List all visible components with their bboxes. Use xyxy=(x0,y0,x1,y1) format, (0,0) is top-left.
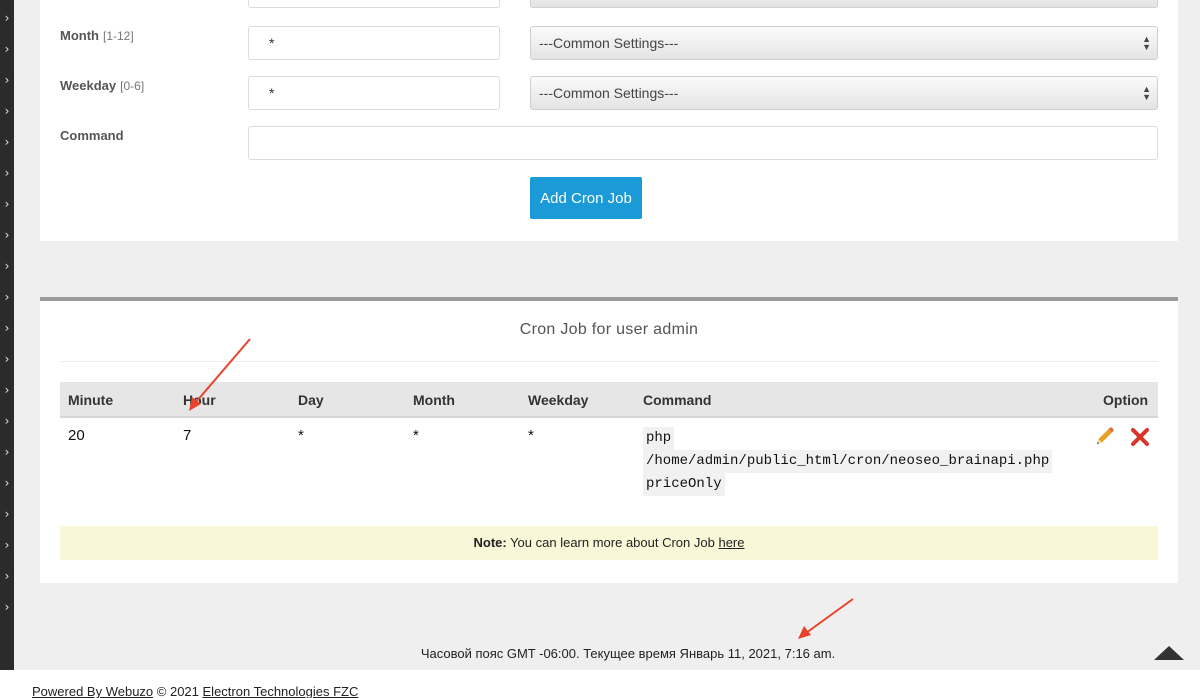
chevron-right-icon[interactable]: › xyxy=(1,320,13,336)
pencil-icon[interactable] xyxy=(1093,426,1115,448)
chevron-right-icon[interactable]: › xyxy=(1,72,13,88)
chevron-right-icon[interactable]: › xyxy=(1,258,13,274)
note-banner: Note: You can learn more about Cron Job … xyxy=(60,526,1158,560)
th-minute: Minute xyxy=(68,392,114,408)
month-input[interactable]: * xyxy=(248,26,500,60)
th-month: Month xyxy=(413,392,455,408)
cell-day: * xyxy=(298,427,304,444)
chevron-right-icon[interactable]: › xyxy=(1,537,13,553)
webuzo-link[interactable]: Powered By Webuzo xyxy=(32,684,153,698)
chevron-right-icon[interactable]: › xyxy=(1,444,13,460)
footer-text: Powered By Webuzo © 2021 Electron Techno… xyxy=(32,684,359,698)
cell-command: php /home/admin/public_html/cron/neoseo_… xyxy=(643,427,1053,496)
hour-input[interactable] xyxy=(248,0,500,8)
chevron-right-icon[interactable]: › xyxy=(1,10,13,26)
chevron-right-icon[interactable]: › xyxy=(1,103,13,119)
chevron-right-icon[interactable]: › xyxy=(1,41,13,57)
chevron-right-icon[interactable]: › xyxy=(1,134,13,150)
cell-weekday: * xyxy=(528,427,534,444)
chevron-right-icon[interactable]: › xyxy=(1,289,13,305)
annotation-arrowhead xyxy=(798,626,811,639)
chevron-right-icon[interactable]: › xyxy=(1,413,13,429)
hour-common-settings-select[interactable] xyxy=(530,0,1158,8)
learn-more-link[interactable]: here xyxy=(718,535,744,550)
chevron-right-icon[interactable]: › xyxy=(1,196,13,212)
annotation-arrow xyxy=(805,598,854,634)
weekday-common-settings-select[interactable]: ---Common Settings--- ▲ ▼ xyxy=(530,76,1158,110)
select-arrows-icon: ▲ ▼ xyxy=(1142,34,1151,52)
triangle-up-icon[interactable] xyxy=(1154,646,1184,660)
th-day: Day xyxy=(298,392,324,408)
command-input[interactable] xyxy=(248,126,1158,160)
company-link[interactable]: Electron Technologies FZC xyxy=(203,684,359,698)
cell-hour: 7 xyxy=(183,427,192,444)
chevron-right-icon[interactable]: › xyxy=(1,165,13,181)
cell-minute: 20 xyxy=(68,427,85,444)
th-command: Command xyxy=(643,392,712,408)
cell-month: * xyxy=(413,427,419,444)
chevron-right-icon[interactable]: › xyxy=(1,227,13,243)
sidebar: › › › › › › › › › › › › › › › › › › › › xyxy=(0,0,14,698)
table-header: Minute Hour Day Month Weekday Command Op… xyxy=(60,382,1158,418)
divider xyxy=(60,361,1158,362)
th-weekday: Weekday xyxy=(528,392,589,408)
command-label: Command xyxy=(60,128,124,143)
th-option: Option xyxy=(1103,392,1149,408)
weekday-input[interactable]: * xyxy=(248,76,500,110)
month-label: Month [1-12] xyxy=(60,28,134,43)
chevron-right-icon[interactable]: › xyxy=(1,475,13,491)
timezone-info: Часовой пояс GMT -06:00. Текущее время Я… xyxy=(420,646,836,661)
chevron-right-icon[interactable]: › xyxy=(1,506,13,522)
chevron-right-icon[interactable]: › xyxy=(1,568,13,584)
chevron-right-icon[interactable]: › xyxy=(1,382,13,398)
add-cron-job-button[interactable]: Add Cron Job xyxy=(530,177,642,219)
card-title: Cron Job for user admin xyxy=(519,321,699,338)
select-arrows-icon: ▲ ▼ xyxy=(1142,84,1151,102)
th-hour: Hour xyxy=(183,392,216,408)
chevron-right-icon[interactable]: › xyxy=(1,599,13,615)
chevron-right-icon[interactable]: › xyxy=(1,351,13,367)
month-common-settings-select[interactable]: ---Common Settings--- ▲ ▼ xyxy=(530,26,1158,60)
weekday-label: Weekday [0-6] xyxy=(60,78,145,93)
close-icon[interactable] xyxy=(1130,427,1150,447)
cron-jobs-card: Cron Job for user admin Minute Hour Day … xyxy=(40,297,1178,583)
